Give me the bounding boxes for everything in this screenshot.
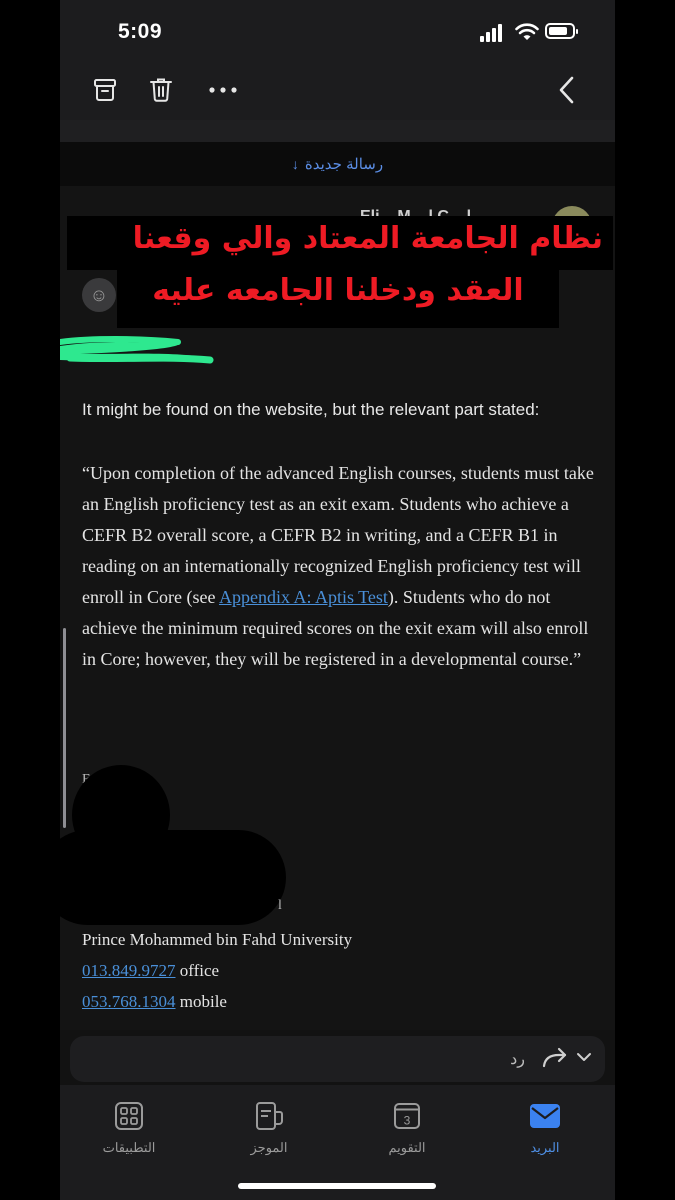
new-message-label: رسالة جديدة: [304, 156, 384, 173]
tab-feed[interactable]: الموجز: [214, 1100, 324, 1156]
back-icon[interactable]: [552, 74, 582, 106]
home-indicator[interactable]: [238, 1183, 436, 1189]
redacted-text-fragment: l: [278, 898, 282, 913]
signature-university: Prince Mohammed bin Fahd University: [82, 930, 353, 949]
wifi-icon: [515, 23, 539, 40]
scrollbar[interactable]: [63, 628, 66, 828]
tab-label: البريد: [530, 1140, 560, 1155]
status-time: 5:09: [118, 20, 163, 43]
reaction-emoji-icon[interactable]: ☺: [82, 278, 116, 312]
mail-icon: [529, 1100, 561, 1132]
new-message-banner[interactable]: رسالة جديدة ↓: [60, 142, 615, 186]
more-icon[interactable]: [208, 74, 238, 106]
tab-label: التقويم: [388, 1140, 426, 1155]
quote-text-start: “Upon completion of the advanced English…: [82, 463, 594, 607]
redaction-mark: [60, 830, 286, 925]
email-intro-line: It might be found on the website, but th…: [82, 400, 540, 419]
reply-bar[interactable]: رد: [70, 1036, 605, 1082]
tab-label: التطبيقات: [102, 1140, 156, 1155]
quoted-policy-text: “Upon completion of the advanced English…: [82, 458, 602, 675]
trash-icon[interactable]: [146, 74, 176, 106]
tab-label: الموجز: [250, 1140, 288, 1155]
green-highlight-scribble: [60, 336, 214, 364]
signal-icon: [480, 24, 506, 42]
tab-apps[interactable]: التطبيقات: [74, 1100, 184, 1156]
calendar-day: 3: [404, 1114, 411, 1128]
status-bar: 5:09: [60, 0, 615, 62]
tab-mail[interactable]: البريد: [490, 1100, 600, 1156]
appendix-link[interactable]: Appendix A: Aptis Test: [219, 587, 388, 607]
overlay-caption-line1: نظام الجامعة المعتاد والي وقعنا: [67, 216, 613, 270]
mobile-phone-link[interactable]: 053.768.1304: [82, 992, 176, 1011]
mobile-label: mobile: [175, 992, 227, 1011]
feed-icon: [253, 1100, 285, 1132]
battery-level: [549, 27, 567, 35]
signature-mobile-phone: 053.768.1304 mobile: [82, 992, 227, 1012]
phone-screen: 5:09 رسالة جديدة ↓ ☺ نظام الجامعة المعتا…: [60, 0, 615, 1200]
overlay-caption-line2: العقد ودخلنا الجامعه عليه: [117, 268, 559, 328]
message-toolbar: [60, 62, 615, 120]
tab-calendar[interactable]: 3 التقويم: [352, 1100, 462, 1156]
reply-arrow-icon[interactable]: [541, 1046, 569, 1070]
office-label: office: [175, 961, 220, 980]
reply-label: رد: [510, 1051, 525, 1068]
calendar-icon: 3: [391, 1100, 423, 1132]
chevron-down-icon[interactable]: [575, 1050, 593, 1064]
apps-grid-icon: [113, 1100, 145, 1132]
battery-icon: [545, 23, 578, 39]
signature-office-phone: 013.849.9727 office: [82, 961, 219, 981]
toolbar-separator: [60, 120, 615, 142]
archive-icon[interactable]: [90, 74, 120, 106]
arrow-down-icon: ↓: [291, 156, 299, 172]
office-phone-link[interactable]: 013.849.9727: [82, 961, 176, 980]
